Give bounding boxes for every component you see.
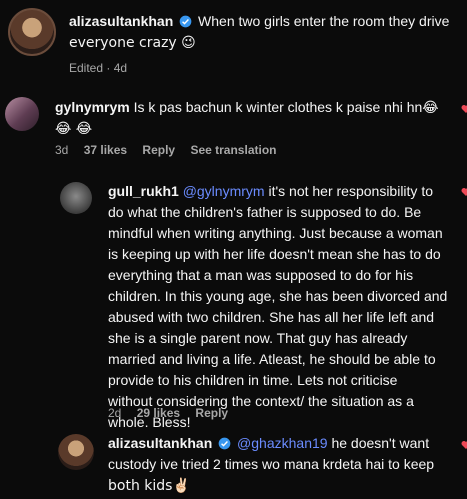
mention-link[interactable]: @gylnymrym xyxy=(183,183,265,199)
comment-text: alizasultankhan When two girls enter the… xyxy=(69,13,450,51)
heart-icon[interactable] xyxy=(461,187,467,197)
username[interactable]: alizasultankhan xyxy=(69,13,173,29)
avatar[interactable] xyxy=(58,434,94,470)
likes-count[interactable]: 37 likes xyxy=(84,143,127,157)
reply-button[interactable]: Reply xyxy=(195,406,228,420)
timestamp: Edited · 4d xyxy=(69,61,128,75)
verified-badge-icon xyxy=(179,15,192,28)
comment-text: gull_rukh1 @gylnymrym it's not her respo… xyxy=(108,183,448,430)
username[interactable]: alizasultankhan xyxy=(108,435,212,451)
avatar[interactable] xyxy=(60,182,92,214)
comment-text: gylnymrym Is k pas bachun k winter cloth… xyxy=(55,99,439,137)
avatar[interactable] xyxy=(8,8,56,56)
comment-meta: 2d 29 likes Reply xyxy=(108,406,240,420)
timestamp: 2d xyxy=(108,406,122,420)
username[interactable]: gylnymrym xyxy=(55,99,130,115)
comment-text: alizasultankhan @ghazkhan19 he doesn't w… xyxy=(108,435,435,494)
comment-meta: Edited · 4d xyxy=(69,61,139,75)
mention-link[interactable]: @ghazkhan19 xyxy=(237,435,328,451)
reply-button[interactable]: Reply xyxy=(142,143,175,157)
see-translation-link[interactable]: See translation xyxy=(190,143,276,157)
verified-badge-icon xyxy=(218,437,231,450)
heart-icon[interactable] xyxy=(461,440,467,450)
timestamp: 3d xyxy=(55,143,69,157)
heart-icon[interactable] xyxy=(461,104,467,114)
likes-count[interactable]: 29 likes xyxy=(137,406,180,420)
avatar[interactable] xyxy=(5,97,39,131)
username[interactable]: gull_rukh1 xyxy=(108,183,179,199)
comment-meta: 3d 37 likes Reply See translation xyxy=(55,143,288,157)
